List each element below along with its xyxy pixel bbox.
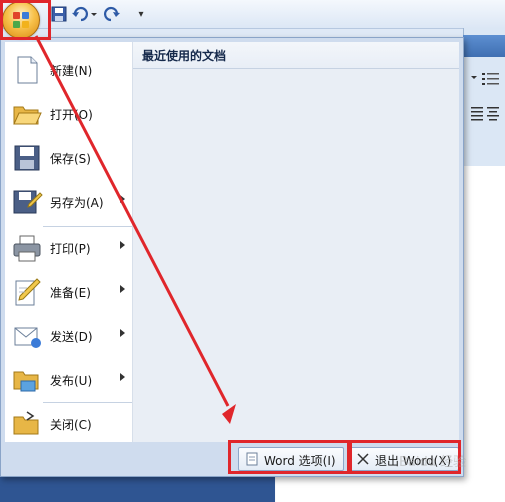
save-as-icon	[11, 186, 43, 218]
office-button[interactable]	[2, 1, 40, 39]
menu-item-label: 关闭(C)	[50, 418, 92, 432]
watermark: Baidu 经验	[399, 455, 467, 470]
menu-item-label: 发送(D)	[50, 330, 93, 344]
menu-item-prepare[interactable]: 准备(E)	[5, 270, 132, 314]
close-folder-icon	[11, 408, 43, 440]
menu-item-close[interactable]: 关闭(C)	[5, 402, 132, 446]
new-document-icon	[11, 54, 43, 86]
ribbon-tab-strip	[463, 35, 505, 57]
submenu-arrow-icon	[120, 329, 125, 337]
redo-icon[interactable]	[102, 5, 124, 23]
menu-item-label: 准备(E)	[50, 286, 91, 300]
menu-item-save-as[interactable]: 另存为(A)	[5, 180, 132, 224]
recent-documents-header: 最近使用的文档	[133, 42, 459, 69]
menu-item-label: 新建(N)	[50, 64, 93, 78]
publish-icon	[11, 364, 43, 396]
menu-item-label: 打印(P)	[50, 242, 91, 256]
undo-icon[interactable]	[70, 5, 100, 23]
recent-documents-pane: 最近使用的文档	[132, 42, 459, 442]
menu-item-print[interactable]: 打印(P)	[5, 226, 132, 270]
save-disk-icon	[11, 142, 43, 174]
menu-item-save[interactable]: 保存(S)	[5, 136, 132, 180]
menu-item-send[interactable]: 发送(D)	[5, 314, 132, 358]
menu-item-new[interactable]: 新建(N)	[5, 48, 132, 92]
submenu-arrow-icon	[120, 241, 125, 249]
menu-item-publish[interactable]: 发布(U)	[5, 358, 132, 402]
save-icon[interactable]	[50, 5, 68, 23]
office-logo-icon	[13, 12, 29, 28]
send-icon	[11, 320, 43, 352]
open-folder-icon	[11, 98, 43, 130]
numbered-list-icon[interactable]	[470, 70, 500, 88]
menu-commands-pane: 新建(N) 打开(O) 保存(S) 另存为(A) 打印(P) 准备(E) 发送(…	[5, 42, 133, 442]
submenu-arrow-icon	[120, 285, 125, 293]
office-menu: 新建(N) 打开(O) 保存(S) 另存为(A) 打印(P) 准备(E) 发送(…	[0, 37, 464, 477]
prepare-icon	[11, 276, 43, 308]
menu-item-label: 保存(S)	[50, 152, 91, 166]
submenu-arrow-icon	[120, 195, 125, 203]
submenu-arrow-icon	[120, 373, 125, 381]
word-options-highlight	[228, 440, 350, 474]
printer-icon	[11, 232, 43, 264]
menu-item-open[interactable]: 打开(O)	[5, 92, 132, 136]
align-text-icon[interactable]	[470, 104, 500, 122]
customize-toolbar-icon[interactable]: ▾	[135, 5, 147, 23]
menu-item-label: 发布(U)	[50, 374, 93, 388]
menu-item-label: 另存为(A)	[50, 196, 104, 210]
menu-item-label: 打开(O)	[50, 108, 93, 122]
recent-documents-title: 最近使用的文档	[142, 49, 227, 63]
